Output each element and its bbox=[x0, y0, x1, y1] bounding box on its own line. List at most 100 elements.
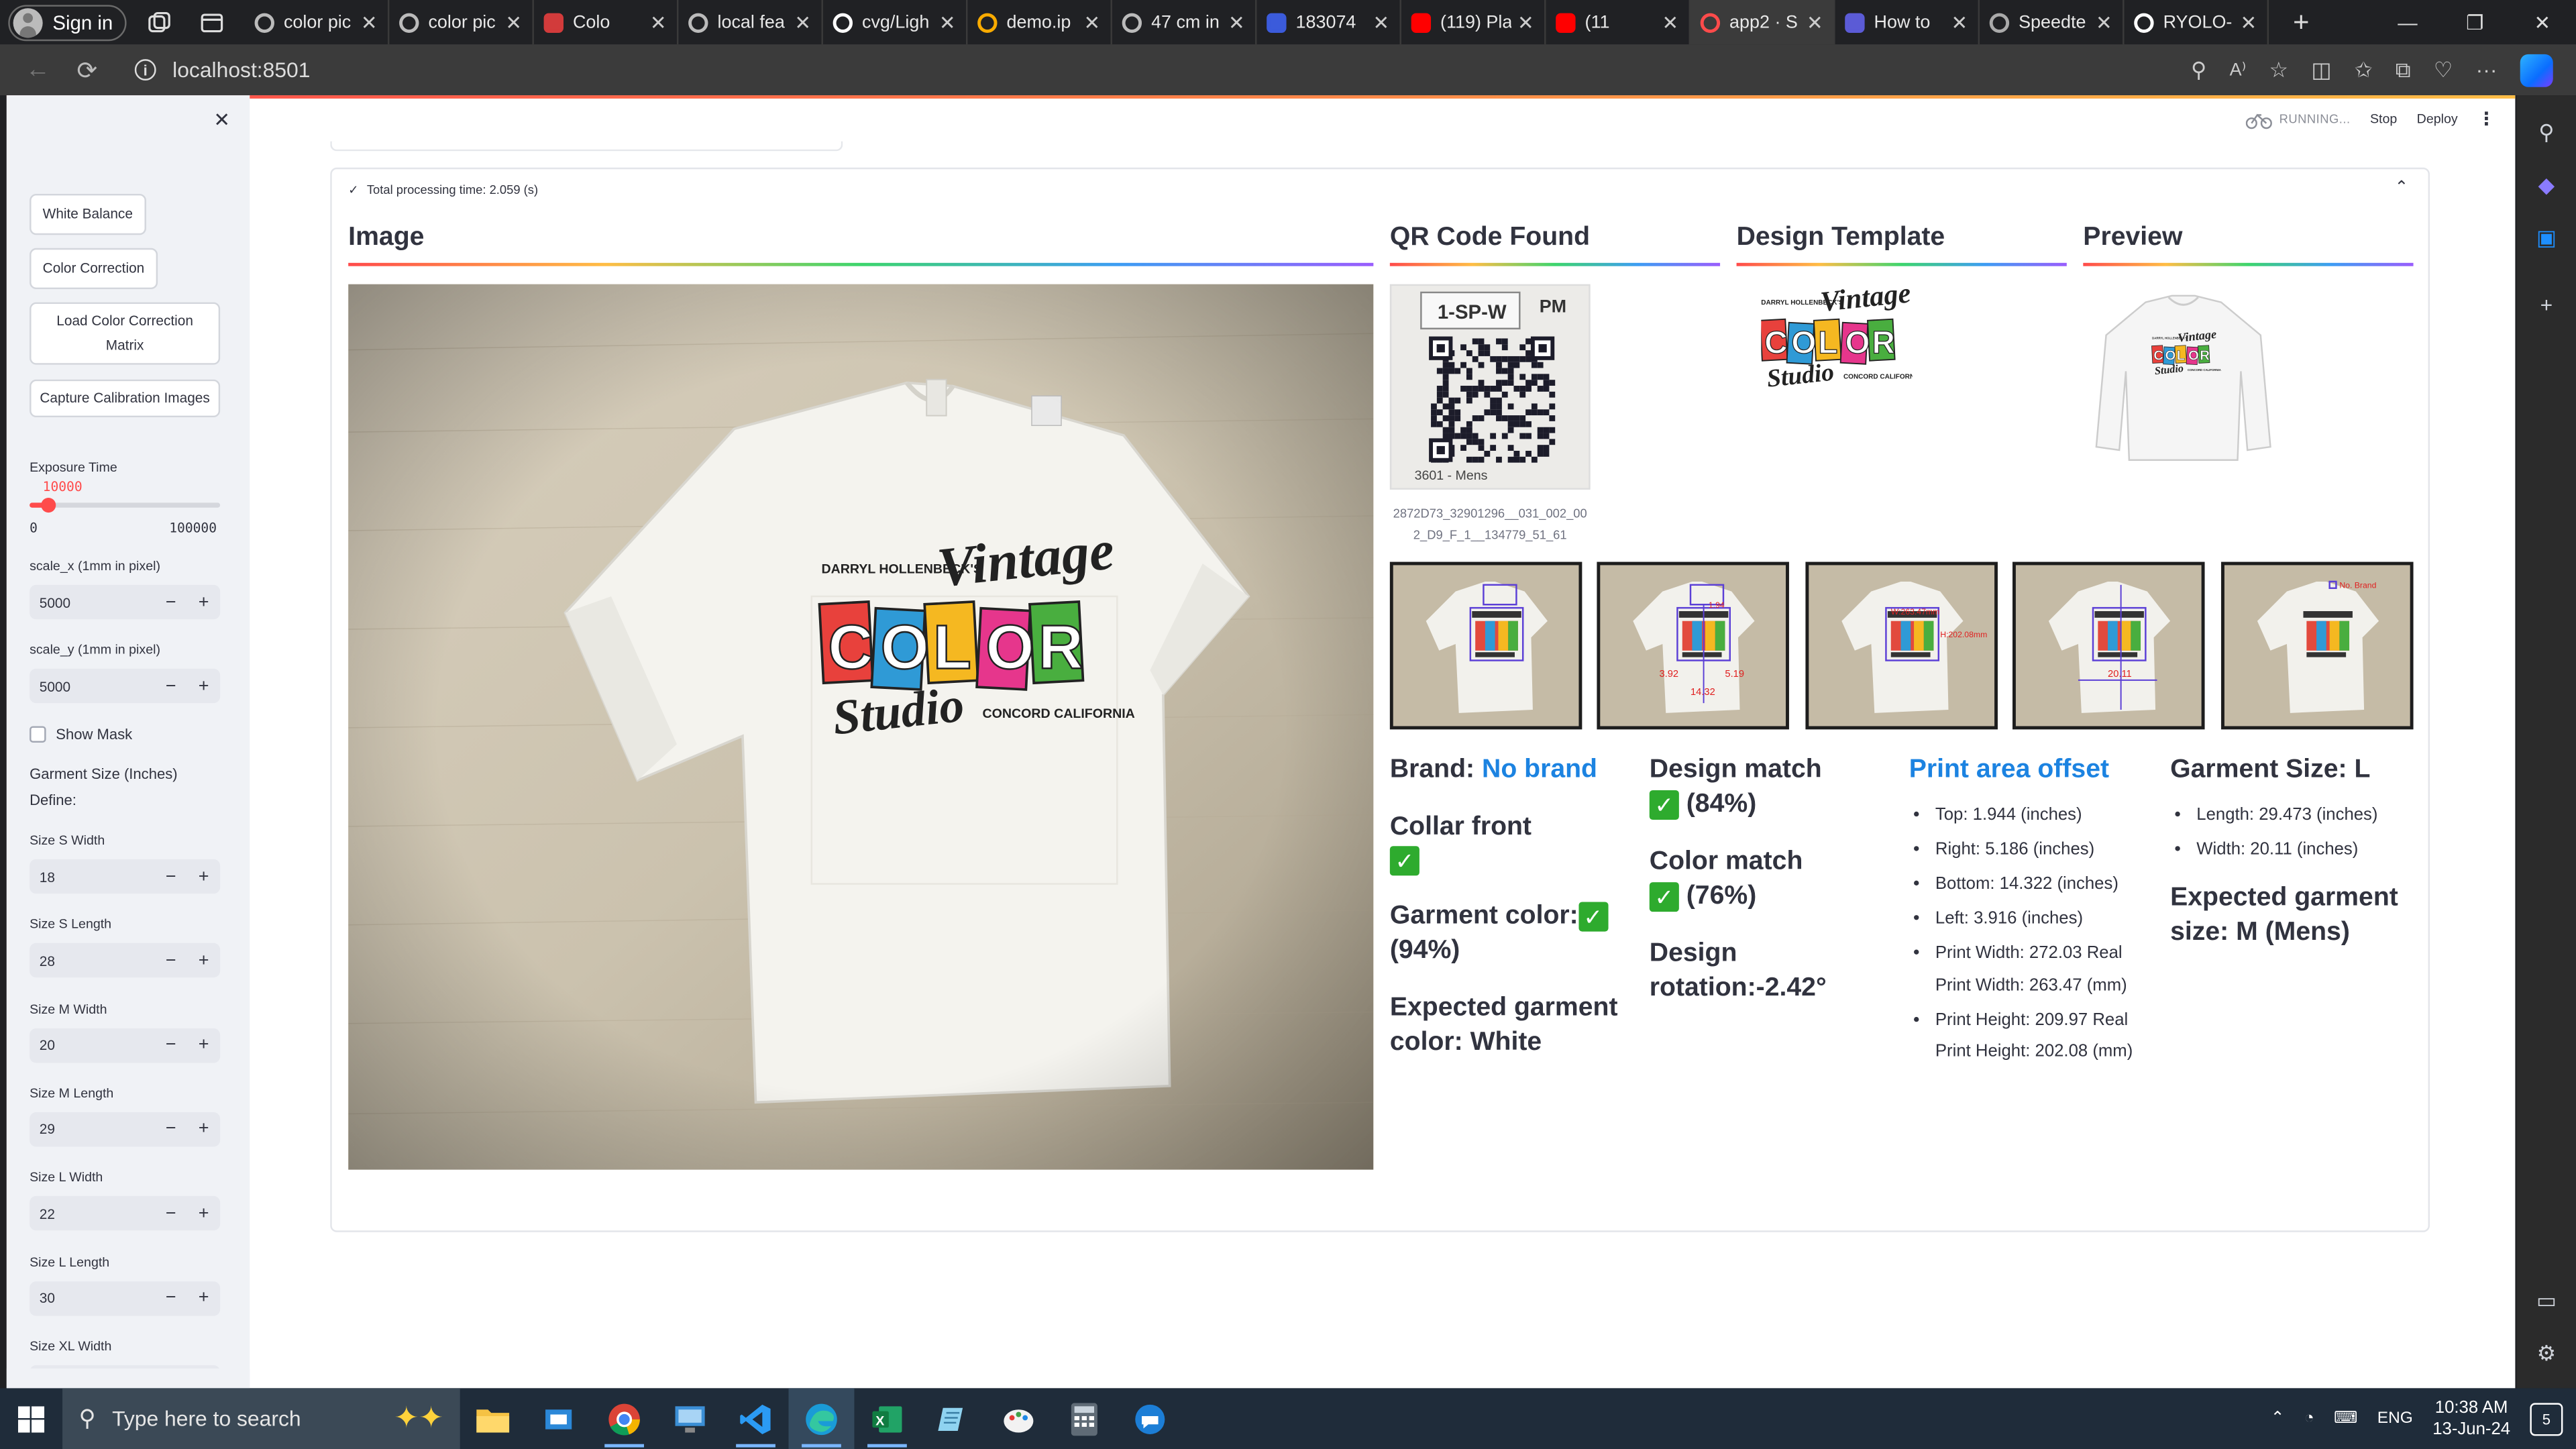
increment-button[interactable]: + bbox=[187, 867, 220, 886]
browser-tab[interactable]: color pic ✕ bbox=[244, 0, 389, 45]
close-tab-icon[interactable]: ✕ bbox=[2096, 11, 2112, 34]
sidebar-settings-icon[interactable]: ⚙ bbox=[2532, 1339, 2561, 1368]
scale-x-input[interactable]: 5000 − + bbox=[30, 584, 221, 620]
expander-header[interactable]: ✓ Total processing time: 2.059 (s) bbox=[348, 182, 538, 197]
url-field[interactable]: i localhost:8501 bbox=[134, 58, 310, 82]
size-number-input[interactable]: 22 − + bbox=[30, 1196, 221, 1231]
browser-tab[interactable]: Speedte ✕ bbox=[1979, 0, 2124, 45]
close-tab-icon[interactable]: ✕ bbox=[650, 11, 667, 34]
checkbox-box[interactable] bbox=[30, 726, 46, 743]
increment-button[interactable]: + bbox=[187, 951, 220, 970]
tab-actions-icon[interactable] bbox=[192, 3, 231, 42]
exposure-slider[interactable] bbox=[30, 498, 221, 513]
task-view-icon[interactable] bbox=[526, 1388, 592, 1449]
restore-icon[interactable]: ❐ bbox=[2441, 0, 2508, 44]
copilot-icon[interactable] bbox=[2520, 53, 2553, 87]
wifi-icon[interactable]: ◔ bbox=[2304, 1409, 2314, 1428]
scale-y-minus-button[interactable]: − bbox=[154, 676, 187, 696]
favorite-star-icon[interactable]: ☆ bbox=[2269, 56, 2289, 83]
close-tab-icon[interactable]: ✕ bbox=[1373, 11, 1389, 34]
browser-tab[interactable]: cvg/Ligh ✕ bbox=[822, 0, 967, 45]
scale-y-input[interactable]: 5000 − + bbox=[30, 668, 221, 704]
browser-tab[interactable]: (119) Pla ✕ bbox=[1401, 0, 1546, 45]
calculator-icon[interactable] bbox=[1051, 1388, 1117, 1449]
show-hidden-icons-icon[interactable]: ⌃ bbox=[2271, 1409, 2285, 1428]
close-tab-icon[interactable]: ✕ bbox=[1517, 11, 1534, 34]
clock[interactable]: 10:38 AM 13-Jun-24 bbox=[2432, 1397, 2510, 1440]
increment-button[interactable]: + bbox=[187, 1288, 220, 1307]
exposure-slider-handle[interactable] bbox=[41, 498, 56, 513]
close-tab-icon[interactable]: ✕ bbox=[794, 11, 811, 34]
browser-tab[interactable]: Colo ✕ bbox=[533, 0, 678, 45]
chevron-up-icon[interactable]: ⌃ bbox=[2395, 179, 2409, 197]
minimize-icon[interactable]: — bbox=[2374, 0, 2441, 44]
sidebar-add-icon[interactable]: + bbox=[2532, 289, 2561, 319]
deploy-button[interactable]: Deploy bbox=[2417, 112, 2458, 127]
workspaces-icon[interactable] bbox=[139, 3, 178, 42]
capture-calibration-button[interactable]: Capture Calibration Images bbox=[30, 379, 221, 418]
browser-tab[interactable]: demo.ip ✕ bbox=[967, 0, 1112, 45]
paint-icon[interactable] bbox=[985, 1388, 1051, 1449]
start-button[interactable] bbox=[0, 1388, 62, 1449]
decrement-button[interactable]: − bbox=[154, 1288, 187, 1307]
keyboard-icon[interactable]: ⌨ bbox=[2334, 1409, 2357, 1428]
close-tab-icon[interactable]: ✕ bbox=[1807, 11, 1823, 34]
back-icon[interactable]: ← bbox=[13, 47, 62, 93]
site-info-icon[interactable]: i bbox=[134, 59, 156, 80]
browser-tab[interactable]: How to ✕ bbox=[1835, 0, 1980, 45]
scale-x-plus-button[interactable]: + bbox=[187, 592, 220, 612]
increment-button[interactable]: + bbox=[187, 1203, 220, 1223]
increment-button[interactable]: + bbox=[187, 1035, 220, 1055]
decrement-button[interactable]: − bbox=[154, 1203, 187, 1223]
close-tab-icon[interactable]: ✕ bbox=[505, 11, 522, 34]
decrement-button[interactable]: − bbox=[154, 867, 187, 886]
browser-tab[interactable]: local fea ✕ bbox=[678, 0, 823, 45]
remote-desktop-icon[interactable] bbox=[657, 1388, 723, 1449]
decrement-button[interactable]: − bbox=[154, 1120, 187, 1139]
zoom-icon[interactable]: ⚲ bbox=[2191, 56, 2206, 83]
white-balance-button[interactable]: White Balance bbox=[30, 193, 146, 235]
close-tab-icon[interactable]: ✕ bbox=[1083, 11, 1100, 34]
scale-y-plus-button[interactable]: + bbox=[187, 676, 220, 696]
notepad-icon[interactable] bbox=[920, 1388, 985, 1449]
close-tab-icon[interactable]: ✕ bbox=[2241, 11, 2257, 34]
sidebar-screenshot-icon[interactable]: ▭ bbox=[2532, 1287, 2561, 1316]
main-menu-icon[interactable]: ⋮ bbox=[2477, 109, 2496, 129]
split-screen-icon[interactable]: ◫ bbox=[2311, 56, 2331, 83]
browser-tab[interactable]: app2 · S ✕ bbox=[1690, 0, 1835, 45]
color-correction-button[interactable]: Color Correction bbox=[30, 248, 158, 290]
more-menu-icon[interactable]: ··· bbox=[2476, 58, 2498, 83]
size-number-input[interactable]: 28 − + bbox=[30, 943, 221, 978]
excel-icon[interactable]: X bbox=[854, 1388, 920, 1449]
vscode-icon[interactable] bbox=[723, 1388, 789, 1449]
collections-icon[interactable]: ⧉ bbox=[2396, 56, 2411, 83]
new-tab-button[interactable]: + bbox=[2282, 3, 2321, 42]
browser-tab[interactable]: 47 cm in ✕ bbox=[1112, 0, 1256, 45]
browser-tab[interactable]: color pic ✕ bbox=[389, 0, 534, 45]
close-tab-icon[interactable]: ✕ bbox=[1662, 11, 1678, 34]
chrome-icon[interactable] bbox=[592, 1388, 657, 1449]
notification-center-icon[interactable]: 5 bbox=[2530, 1402, 2563, 1436]
scale-x-minus-button[interactable]: − bbox=[154, 592, 187, 612]
taskbar-search-box[interactable]: ⚲ Type here to search ✦✦ bbox=[62, 1388, 460, 1449]
show-mask-checkbox[interactable]: Show Mask bbox=[30, 726, 132, 743]
language-indicator[interactable]: ENG bbox=[2377, 1409, 2413, 1428]
feedback-hub-icon[interactable] bbox=[1117, 1388, 1183, 1449]
profile-signin-button[interactable]: Sign in bbox=[8, 4, 126, 41]
close-sidebar-icon[interactable]: ✕ bbox=[213, 109, 230, 131]
size-number-input[interactable]: 18 − + bbox=[30, 859, 221, 894]
refresh-icon[interactable]: ⟳ bbox=[62, 47, 111, 93]
browser-tab[interactable]: (11 ✕ bbox=[1546, 0, 1690, 45]
sidebar-outlook-icon[interactable]: ▣ bbox=[2532, 223, 2561, 253]
sidebar-search-icon[interactable]: ⚲ bbox=[2532, 118, 2561, 148]
decrement-button[interactable]: − bbox=[154, 1035, 187, 1055]
file-explorer-icon[interactable] bbox=[460, 1388, 526, 1449]
sidebar-copilot-icon[interactable]: ◆ bbox=[2532, 171, 2561, 201]
size-number-input[interactable]: 30 − + bbox=[30, 1280, 221, 1316]
close-tab-icon[interactable]: ✕ bbox=[939, 11, 956, 34]
browser-essentials-icon[interactable]: ♡ bbox=[2434, 56, 2453, 83]
browser-tab[interactable]: 183074 ✕ bbox=[1256, 0, 1401, 45]
close-tab-icon[interactable]: ✕ bbox=[1228, 11, 1245, 34]
load-color-matrix-button[interactable]: Load Color Correction Matrix bbox=[30, 302, 221, 365]
stop-button[interactable]: Stop bbox=[2370, 112, 2397, 127]
